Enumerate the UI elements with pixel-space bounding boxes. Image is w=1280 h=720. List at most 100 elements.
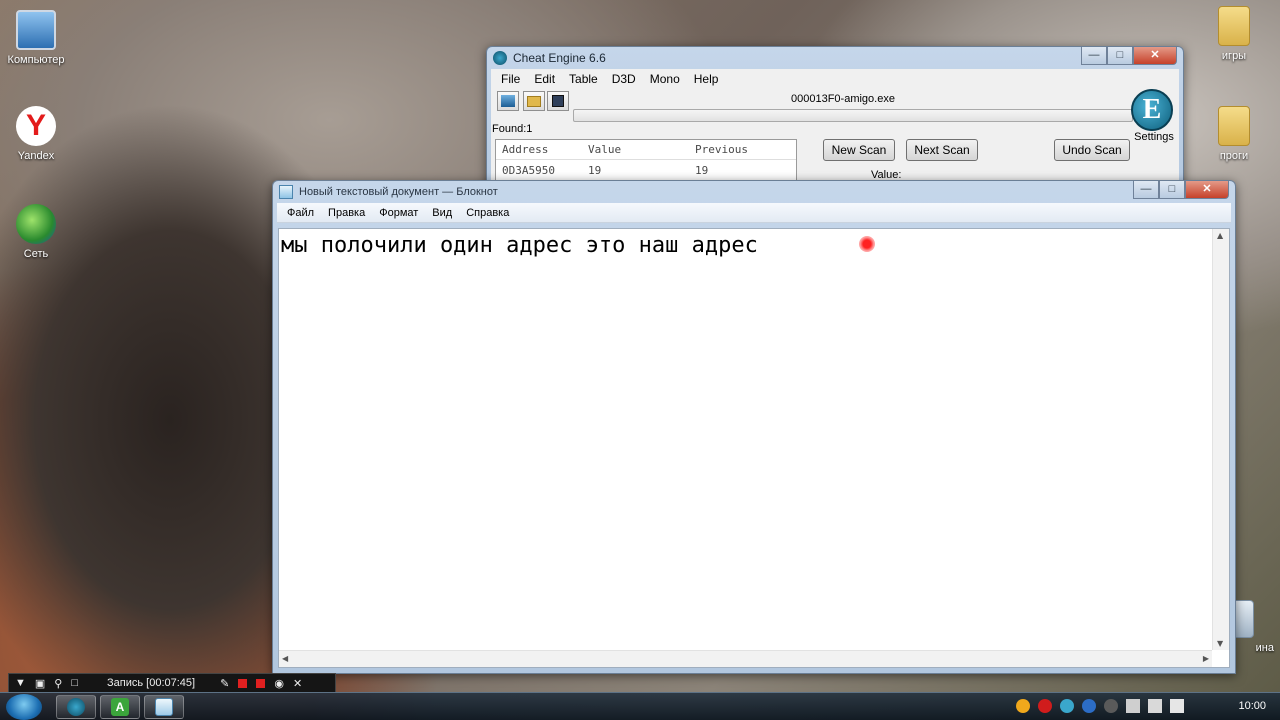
recording-status: Запись [00:07:45] — [107, 677, 196, 689]
desktop-icon-computer[interactable]: Компьютер — [0, 10, 72, 66]
folder-icon — [1218, 106, 1250, 146]
menu-file[interactable]: Файл — [287, 207, 314, 219]
menu-format[interactable]: Формат — [379, 207, 418, 219]
menu-bar: Файл Правка Формат Вид Справка — [277, 203, 1231, 223]
maximize-button[interactable]: □ — [1107, 47, 1133, 65]
scan-progress-bar — [573, 109, 1133, 122]
close-button[interactable]: ✕ — [1133, 47, 1177, 65]
menu-help[interactable]: Help — [694, 72, 719, 86]
open-file-button[interactable] — [523, 91, 545, 111]
desktop-icon-label: проги — [1219, 150, 1249, 162]
tray-flag-icon[interactable] — [1126, 699, 1140, 713]
close-button[interactable]: ✕ — [1185, 181, 1229, 199]
taskbar: A 10:00 — [0, 692, 1280, 720]
cheat-engine-titlebar[interactable]: Cheat Engine 6.6 — □ ✕ — [487, 47, 1183, 69]
found-count: Found:1 — [492, 123, 533, 135]
menu-mono[interactable]: Mono — [650, 72, 680, 86]
recorder-toolbar: ▼ ▣ ⚲ □ Запись [00:07:45] ✎ ◉ ✕ — [8, 673, 336, 693]
new-scan-button[interactable]: New Scan — [823, 139, 895, 161]
scroll-right-icon[interactable]: ▶ — [1203, 654, 1209, 663]
cell-value: 19 — [588, 163, 602, 177]
tray-cheat-engine-icon[interactable] — [1060, 699, 1074, 713]
menu-file[interactable]: File — [501, 72, 520, 86]
folder-icon — [1218, 6, 1250, 46]
camera-icon[interactable]: ◉ — [274, 677, 284, 690]
cell-address: 0D3A5950 — [502, 163, 555, 177]
scroll-left-icon[interactable]: ◀ — [282, 654, 288, 663]
menu-help[interactable]: Справка — [466, 207, 509, 219]
stop-icon[interactable] — [256, 678, 266, 688]
settings-button[interactable]: E Settings — [1131, 89, 1177, 149]
start-button[interactable] — [6, 694, 42, 720]
desktop-icon-programs-folder[interactable]: проги — [1198, 106, 1270, 162]
column-address[interactable]: Address — [496, 143, 582, 156]
pause-icon[interactable] — [238, 678, 248, 688]
chevron-down-icon[interactable]: ▼ — [15, 677, 26, 689]
window-title: Cheat Engine 6.6 — [513, 51, 606, 65]
table-header: Address Value Previous — [496, 140, 796, 160]
notepad-window[interactable]: Новый текстовый документ — Блокнот — □ ✕… — [272, 180, 1236, 674]
window-title: Новый текстовый документ — Блокнот — [299, 186, 498, 198]
vertical-scrollbar[interactable]: ▲ ▼ — [1212, 229, 1229, 650]
menu-edit[interactable]: Правка — [328, 207, 365, 219]
tray-chat-icon[interactable] — [1104, 699, 1118, 713]
cheat-engine-app-icon — [493, 51, 507, 65]
taskbar-app-notepad[interactable] — [144, 695, 184, 719]
desktop-icon-label: Yandex — [17, 150, 55, 162]
desktop-icon-label: игры — [1221, 50, 1247, 62]
notepad-app-icon — [279, 185, 293, 199]
close-icon[interactable]: ✕ — [293, 677, 302, 690]
cheat-engine-icon — [67, 698, 85, 716]
scroll-down-icon[interactable]: ▼ — [1217, 639, 1223, 648]
undo-scan-button[interactable]: Undo Scan — [1054, 139, 1130, 161]
computer-icon — [501, 95, 515, 107]
desktop-icon-network[interactable]: Сеть — [0, 204, 72, 260]
column-previous[interactable]: Previous — [689, 143, 789, 156]
tray-volume-icon[interactable] — [1170, 699, 1184, 713]
maximize-button[interactable]: □ — [1159, 181, 1185, 199]
menu-d3d[interactable]: D3D — [612, 72, 636, 86]
amigo-icon: A — [111, 698, 129, 716]
system-tray — [1016, 699, 1184, 713]
scroll-up-icon[interactable]: ▲ — [1217, 231, 1223, 240]
minimize-button[interactable]: — — [1081, 47, 1107, 65]
menu-edit[interactable]: Edit — [534, 72, 555, 86]
menu-view[interactable]: Вид — [432, 207, 452, 219]
pencil-icon[interactable]: ✎ — [220, 677, 229, 690]
window-mode-icon[interactable]: ▣ — [35, 677, 45, 690]
desktop-icon-games-folder[interactable]: игры — [1198, 6, 1270, 62]
taskbar-clock[interactable]: 10:00 — [1238, 700, 1266, 712]
cheat-engine-logo-icon: E — [1131, 89, 1173, 131]
process-name: 000013F0-amigo.exe — [791, 93, 895, 105]
desktop-icon-label: Сеть — [23, 248, 49, 260]
tray-bluetooth-icon[interactable] — [1082, 699, 1096, 713]
taskbar-app-cheat-engine[interactable] — [56, 695, 96, 719]
desktop-icon-yandex[interactable]: Y Yandex — [0, 106, 72, 162]
cursor-highlight-icon — [859, 236, 875, 252]
zoom-icon[interactable]: ⚲ — [54, 677, 62, 690]
table-row[interactable]: 0D3A5950 19 19 — [496, 160, 796, 180]
computer-icon — [16, 10, 56, 50]
save-button[interactable] — [547, 91, 569, 111]
settings-label: Settings — [1134, 131, 1174, 143]
minimize-button[interactable]: — — [1133, 181, 1159, 199]
notepad-titlebar[interactable]: Новый текстовый документ — Блокнот — □ ✕ — [273, 181, 1235, 203]
network-icon — [16, 204, 56, 244]
region-icon[interactable]: □ — [71, 677, 78, 689]
taskbar-app-amigo[interactable]: A — [100, 695, 140, 719]
tray-network-icon[interactable] — [1148, 699, 1162, 713]
save-icon — [552, 95, 564, 107]
yandex-icon: Y — [16, 106, 56, 146]
next-scan-button[interactable]: Next Scan — [906, 139, 978, 161]
cell-previous: 19 — [695, 163, 709, 177]
tray-record-icon[interactable] — [1038, 699, 1052, 713]
editor-text: мы полочили один адрес это наш адрес — [281, 233, 758, 258]
horizontal-scrollbar[interactable]: ◀ ▶ — [279, 650, 1212, 667]
open-process-button[interactable] — [497, 91, 519, 111]
tray-app-icon[interactable] — [1016, 699, 1030, 713]
folder-open-icon — [527, 96, 541, 107]
text-editor[interactable]: мы полочили один адрес это наш адрес ▲ ▼… — [278, 228, 1230, 668]
column-value[interactable]: Value — [582, 143, 689, 156]
notepad-icon — [155, 698, 173, 716]
menu-table[interactable]: Table — [569, 72, 598, 86]
